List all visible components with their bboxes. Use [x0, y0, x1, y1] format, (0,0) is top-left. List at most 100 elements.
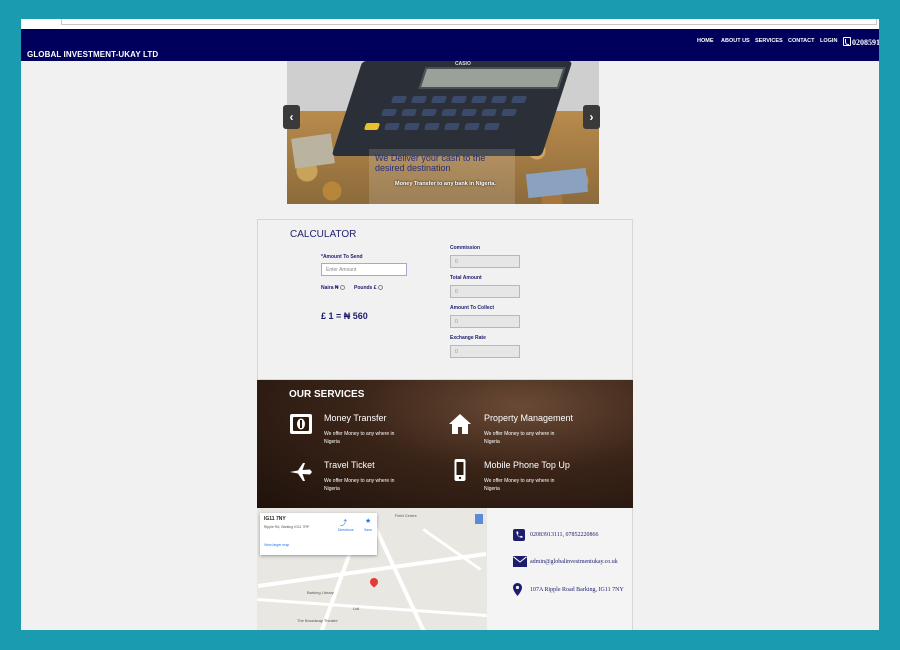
calc-key [443, 123, 461, 130]
amount-input[interactable]: Enter Amount [321, 263, 407, 276]
banknote-image [291, 133, 335, 169]
carousel-next-button[interactable]: › [583, 105, 600, 129]
carousel-prev-button[interactable]: ‹ [283, 105, 300, 129]
map-road [257, 597, 487, 618]
calc-key [423, 123, 441, 130]
map-label: The Broadway Theatre [297, 618, 338, 623]
house-icon [449, 414, 471, 434]
calc-key [380, 109, 398, 116]
calculator-title: CALCULATOR [290, 229, 357, 240]
star-icon[interactable]: ★ [365, 517, 371, 525]
nav-about[interactable]: ABOUT US [721, 38, 750, 44]
contact-email[interactable]: admin@globalinvestmentukay.co.uk [530, 559, 618, 565]
calc-key [420, 109, 438, 116]
service-description: We offer Money to any where in Nigeria [324, 431, 395, 445]
naira-radio[interactable]: Naira ₦ [321, 285, 345, 291]
chevron-right-icon: › [589, 110, 594, 124]
airplane-icon [290, 463, 312, 481]
contact-phone[interactable]: 02083913111, 07852220866 [530, 532, 599, 538]
amount-label: *Amount To Send [321, 254, 363, 260]
map-directions-link[interactable]: Directions [338, 528, 354, 532]
map-zoom-control[interactable] [475, 514, 483, 524]
calc-key [440, 109, 458, 116]
directions-icon[interactable]: ⤴ [340, 518, 347, 528]
calc-key [383, 123, 401, 130]
contact-section: 02083913111, 07852220866 admin@globalinv… [487, 508, 633, 630]
calc-key [363, 123, 381, 130]
view-larger-map-link[interactable]: View larger map [264, 543, 289, 547]
calc-key [400, 109, 418, 116]
commission-label: Commission [450, 245, 481, 251]
service-description: We offer Money to any where in Nigeria [324, 478, 395, 492]
services-title: OUR SERVICES [289, 389, 365, 400]
calc-key [510, 96, 528, 103]
nav-contact[interactable]: CONTACT [788, 38, 814, 44]
page: GLOBAL INVESTMENT-UKAY LTD HOME ABOUT US… [21, 19, 879, 630]
exchange-rate-text: £ 1 = ₦ 560 [321, 311, 368, 321]
total-field[interactable]: 0 [450, 285, 520, 298]
phone-icon [513, 529, 525, 541]
banknote-icon [290, 414, 312, 434]
calc-key [463, 123, 481, 130]
collect-field[interactable]: 0 [450, 315, 520, 328]
nav-phone-number: 02085913 [852, 38, 879, 47]
envelope-icon [513, 556, 527, 567]
calc-key [480, 109, 498, 116]
service-description: We offer Money to any where in Nigeria [484, 478, 555, 492]
radio-icon[interactable] [377, 285, 383, 290]
commission-field[interactable]: 0 [450, 255, 520, 268]
services-section: OUR SERVICES Money Transfer We offer Mon… [257, 380, 633, 508]
map-info-card: IG11 7NY Ripple Rd, Barking IG11 7RP ⤴ D… [260, 513, 377, 555]
naira-label: Naira ₦ [321, 285, 339, 291]
map-label: Lidl [353, 606, 360, 611]
address-bar[interactable] [61, 19, 877, 25]
calc-key [430, 96, 448, 103]
calc-key [390, 96, 408, 103]
pounds-radio[interactable]: Pounds £ [354, 285, 383, 291]
nav-login[interactable]: LOGIN [820, 38, 837, 44]
brand-logo[interactable]: GLOBAL INVESTMENT-UKAY LTD [27, 50, 158, 59]
total-label: Total Amount [450, 275, 482, 281]
map-marker-icon [513, 583, 522, 596]
map-embed[interactable]: Barking Library The Broadway Theatre Lid… [257, 508, 487, 630]
chevron-left-icon: ‹ [289, 110, 294, 124]
map-card-title: IG11 7NY [264, 516, 286, 522]
map-road [371, 522, 427, 630]
mobile-phone-icon [454, 459, 466, 481]
radio-icon[interactable] [339, 285, 345, 290]
contact-address: 107A Ripple Road Barking, IG11 7NY [530, 587, 624, 593]
collect-label: Amount To Collect [450, 305, 495, 311]
exchange-field[interactable]: 0 [450, 345, 520, 358]
navbar: GLOBAL INVESTMENT-UKAY LTD HOME ABOUT US… [21, 29, 879, 61]
hero-carousel: CASIO We Deliver your cash to the desire… [287, 61, 599, 204]
map-card-address: Ripple Rd, Barking IG11 7RP [264, 525, 310, 529]
calculator-brand-text: CASIO [455, 61, 471, 67]
nav-services[interactable]: SERVICES [755, 38, 783, 44]
service-title: Property Management [484, 413, 574, 423]
map-label: Barking Library [307, 590, 334, 595]
calc-key [470, 96, 488, 103]
map-pin-icon[interactable] [368, 576, 380, 588]
calc-key [483, 123, 501, 130]
map-save-link[interactable]: Save [364, 528, 372, 532]
service-title: Mobile Phone Top Up [484, 460, 570, 470]
calc-key [490, 96, 508, 103]
nav-phone[interactable]: 02085913 [843, 36, 879, 47]
pounds-label: Pounds £ [354, 285, 377, 291]
service-title: Money Transfer [324, 413, 387, 423]
map-road [422, 528, 482, 571]
service-title: Travel Ticket [324, 460, 375, 470]
calc-key [460, 109, 478, 116]
calculator-screen-image [418, 67, 566, 89]
nav-home[interactable]: HOME [697, 38, 714, 44]
exchange-label: Exchange Rate [450, 335, 486, 341]
phone-icon [843, 37, 851, 46]
service-description: We offer Money to any where in Nigeria [484, 431, 555, 445]
calc-key [450, 96, 468, 103]
browser-strip [21, 19, 879, 29]
calculator-section: CALCULATOR *Amount To Send Enter Amount … [257, 219, 633, 380]
calc-key [410, 96, 428, 103]
hero-subtitle: Money Transfer to any bank in Nigeria. [395, 181, 496, 187]
calc-key [500, 109, 518, 116]
calc-key [403, 123, 421, 130]
